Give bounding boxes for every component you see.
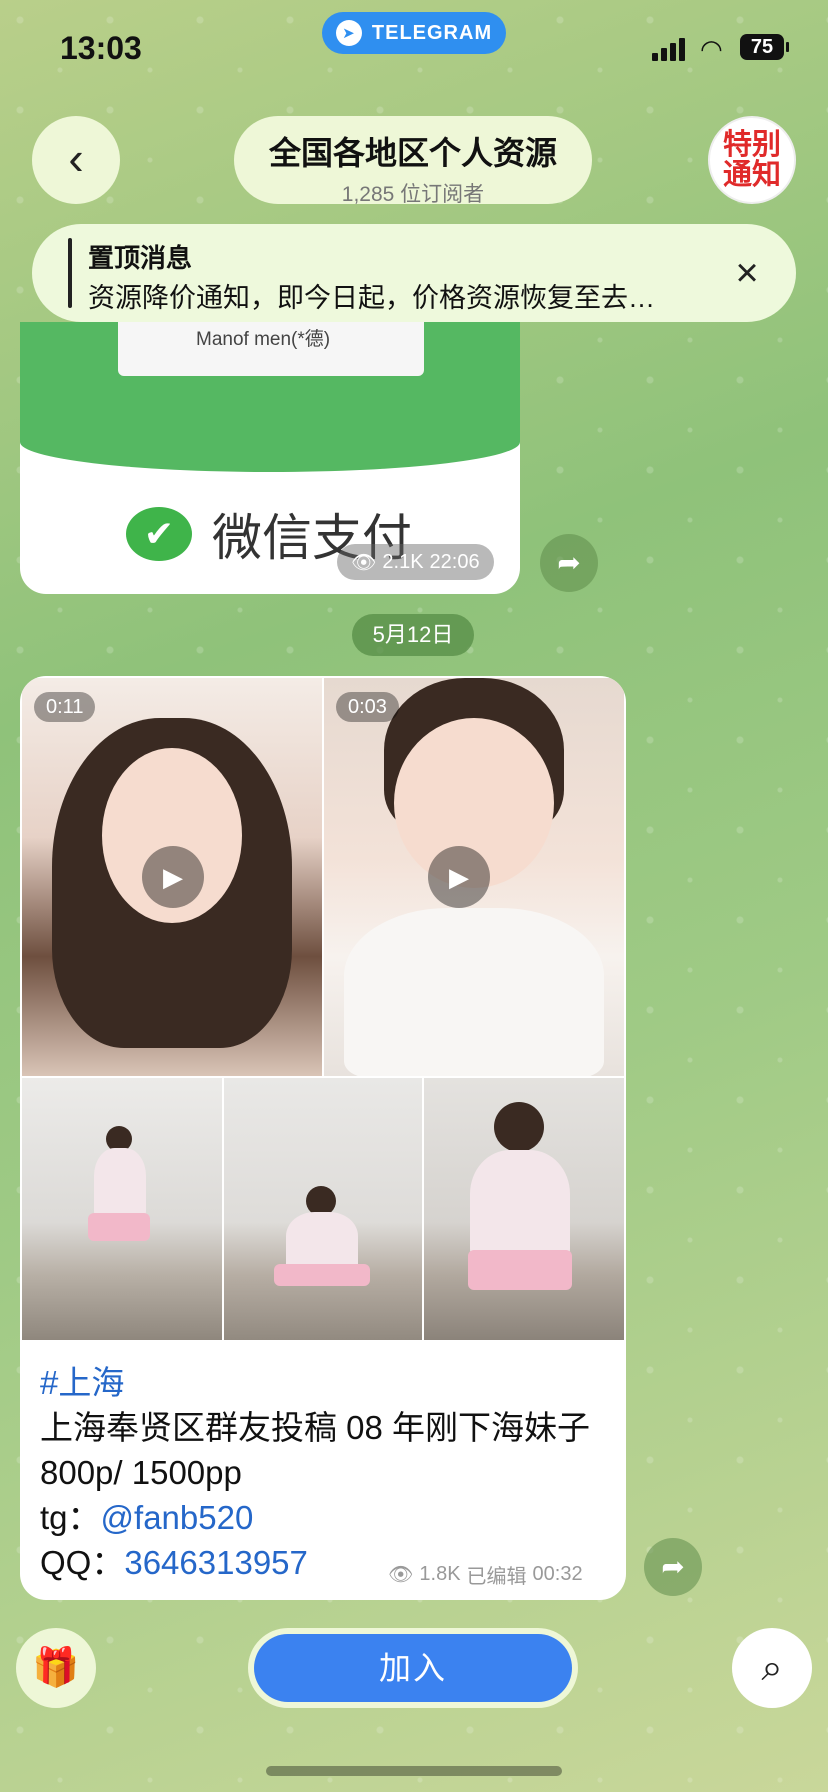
message2-edited: 已编辑	[466, 1566, 527, 1588]
pinned-title: 置顶消息	[88, 243, 193, 273]
caption-line1: 上海奉贤区群友投稿 08 年刚下海妹子	[40, 1409, 591, 1446]
play-icon[interactable]: ▶	[142, 846, 204, 908]
share-button-message1[interactable]: ➦	[540, 534, 598, 592]
search-icon: ⌕	[761, 1647, 783, 1689]
battery-level: 75	[750, 35, 774, 58]
share-icon: ➦	[557, 547, 581, 578]
video-duration-1: 0:11	[34, 692, 96, 722]
avatar-text-line1: 特别	[722, 129, 781, 161]
qq-number-link[interactable]: 3646313957	[124, 1544, 308, 1581]
qq-label: QQ：	[40, 1544, 125, 1581]
qr-caption: Manof men(*德)	[196, 329, 331, 350]
pinned-message-bar[interactable]: 置顶消息 资源降价通知，即今日起，价格资源恢复至去… ×	[32, 224, 796, 322]
photo-thumbnail-3[interactable]	[424, 1078, 624, 1340]
telegram-pill[interactable]: ➤ TELEGRAM	[322, 12, 506, 54]
wechat-pay-check-icon: ✔	[126, 507, 192, 561]
hashtag-link[interactable]: #上海	[40, 1364, 124, 1401]
date-separator: 5月12日	[352, 614, 474, 656]
channel-title-pill[interactable]: 全国各地区个人资源 1,285 位订阅者	[234, 116, 592, 206]
share-icon: ➦	[661, 1551, 685, 1582]
thumbnail-skirt	[88, 1213, 150, 1241]
share-button-message2[interactable]: ➦	[644, 1538, 702, 1596]
pinned-indicator	[68, 238, 72, 308]
play-icon[interactable]: ▶	[428, 846, 490, 908]
channel-title: 全国各地区个人资源	[268, 135, 557, 171]
subscriber-count: 1,285 位订阅者	[341, 183, 485, 206]
thumbnail-outfit	[344, 908, 604, 1076]
eye-icon: 👁	[388, 1564, 414, 1586]
chevron-left-icon: ‹	[68, 132, 84, 184]
signal-icon	[652, 38, 685, 61]
search-button[interactable]: ⌕	[732, 1628, 812, 1708]
video-thumbnail-1[interactable]: 0:11 ▶	[22, 678, 322, 1076]
video-thumbnail-2[interactable]: 0:03 ▶	[324, 678, 624, 1076]
close-icon[interactable]: ×	[722, 248, 772, 298]
tg-label: tg：	[40, 1499, 101, 1536]
gift-button[interactable]: 🎁	[16, 1628, 96, 1708]
message2-time: 00:32	[532, 1563, 583, 1585]
battery-icon: 75	[740, 34, 789, 60]
payment-qr-image: Manof men(*德)	[20, 322, 520, 472]
thumbnail-skirt	[274, 1264, 370, 1286]
message1-meta: 👁 2.1K 22:06	[337, 544, 494, 580]
gift-icon: 🎁	[32, 1647, 80, 1689]
channel-avatar[interactable]: 特别 通知	[708, 116, 796, 204]
message-caption: #上海 上海奉贤区群友投稿 08 年刚下海妹子 800p/ 1500pp tg：…	[40, 1360, 620, 1585]
photo-thumbnail-2[interactable]	[224, 1078, 422, 1340]
video-duration-2: 0:03	[336, 692, 399, 722]
pinned-text: 资源降价通知，即今日起，价格资源恢复至去…	[88, 283, 655, 313]
back-button[interactable]: ‹	[32, 116, 120, 204]
caption-line2: 800p/ 1500pp	[40, 1454, 242, 1491]
thumbnail-outfit	[470, 1150, 570, 1260]
message2-views: 1.8K	[419, 1563, 461, 1585]
telegram-plane-icon: ➤	[335, 20, 362, 46]
telegram-pill-label: TELEGRAM	[371, 21, 493, 44]
message1-time: 22:06	[429, 550, 480, 573]
avatar-text-line2: 通知	[722, 159, 781, 191]
wifi-icon: ◠	[700, 34, 723, 64]
thumbnail-outfit	[94, 1148, 146, 1218]
home-indicator	[266, 1766, 562, 1776]
join-button-label: 加入	[254, 1634, 572, 1702]
message-bubble-album[interactable]: 0:11 ▶ 0:03 ▶ #上海 上海奉贤区群友投稿 08 年刚下海妹子 80…	[20, 676, 626, 1600]
join-button[interactable]: 加入	[248, 1628, 578, 1708]
qr-card: Manof men(*德)	[118, 322, 424, 376]
eye-icon: 👁	[351, 551, 377, 574]
status-bar: 13:03 ➤ TELEGRAM ◠ 75	[0, 0, 828, 100]
thumbnail-skirt	[468, 1250, 572, 1290]
status-time: 13:03	[60, 30, 142, 66]
message1-views: 2.1K	[382, 550, 424, 573]
thumbnail-figure	[494, 1102, 544, 1152]
thumbnail-outfit	[286, 1212, 358, 1272]
tg-handle-link[interactable]: @fanb520	[101, 1499, 254, 1536]
photo-thumbnail-1[interactable]	[22, 1078, 222, 1340]
message2-meta: 👁 1.8K 已编辑 00:32	[388, 1560, 583, 1589]
